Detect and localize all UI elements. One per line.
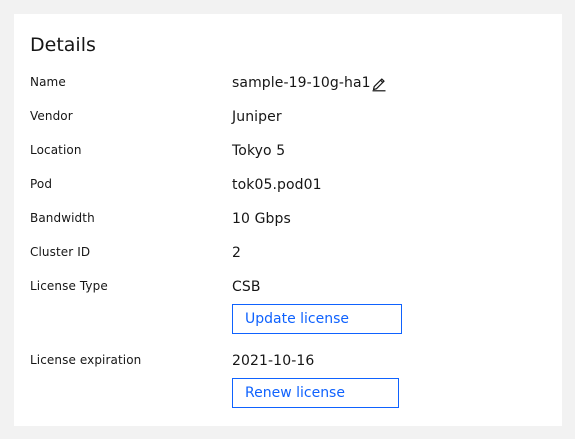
details-card: Details Name sample-19-10g-ha1 Vendor Ju…	[14, 14, 562, 426]
location-label: Location	[30, 143, 82, 157]
license-type-value: CSB	[232, 279, 261, 295]
vendor-label: Vendor	[30, 109, 73, 123]
details-title: Details	[30, 34, 96, 56]
bandwidth-value: 10 Gbps	[232, 211, 291, 227]
license-type-label: License Type	[30, 279, 108, 293]
name-value: sample-19-10g-ha1	[232, 75, 371, 91]
name-label: Name	[30, 75, 66, 89]
pencil-icon[interactable]	[371, 76, 387, 92]
cluster-id-value: 2	[232, 245, 242, 261]
license-expiration-label: License expiration	[30, 353, 142, 367]
update-license-button[interactable]: Update license	[232, 304, 402, 334]
location-value: Tokyo 5	[232, 143, 286, 159]
pod-label: Pod	[30, 177, 53, 191]
license-expiration-value: 2021-10-16	[232, 353, 315, 369]
bandwidth-label: Bandwidth	[30, 211, 95, 225]
pod-value: tok05.pod01	[232, 177, 322, 193]
renew-license-button[interactable]: Renew license	[232, 378, 399, 408]
vendor-value: Juniper	[232, 109, 282, 125]
cluster-id-label: Cluster ID	[30, 245, 91, 259]
